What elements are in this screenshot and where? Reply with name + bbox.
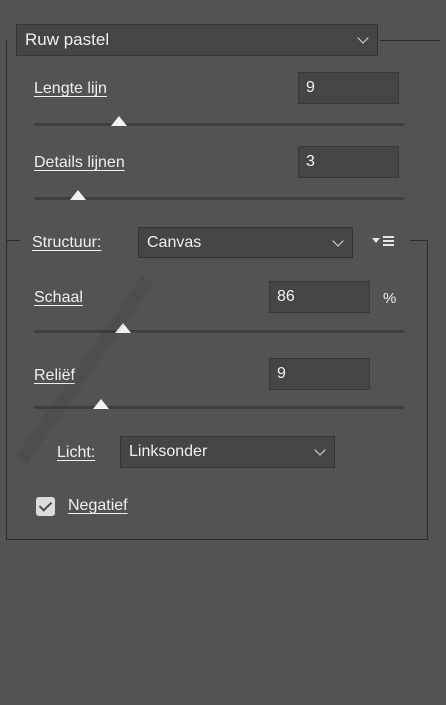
- texture-group-top-right: [410, 240, 428, 241]
- watermark: [16, 275, 446, 705]
- chevron-down-icon: [314, 444, 326, 456]
- stroke-length-slider-track[interactable]: [34, 123, 404, 126]
- invert-checkbox[interactable]: Negatief: [36, 495, 166, 519]
- light-label: Licht:: [57, 444, 96, 461]
- light-dropdown-value: Linksonder: [129, 443, 208, 460]
- invert-label: Negatief: [68, 497, 128, 514]
- texture-group-top-left: [6, 240, 20, 241]
- chevron-down-icon: [332, 234, 344, 247]
- scaling-input[interactable]: 86: [269, 281, 370, 313]
- flyout-menu-icon[interactable]: [372, 235, 402, 249]
- flyout-lines-icon: [383, 236, 394, 248]
- chevron-down-icon: [357, 32, 369, 44]
- flyout-arrow-icon: [372, 238, 380, 243]
- texture-group-left: [6, 240, 7, 540]
- texture-dropdown-value: Canvas: [147, 233, 202, 251]
- light-dropdown[interactable]: Linksonder: [120, 436, 335, 468]
- stroke-detail-label: Details lijnen: [34, 154, 125, 171]
- stroke-length-label: Lengte lijn: [34, 80, 107, 97]
- stroke-length-slider-thumb[interactable]: [111, 116, 128, 126]
- stroke-detail-slider-thumb[interactable]: [70, 190, 87, 200]
- texture-group-bottom: [6, 539, 428, 540]
- relief-label: Reliëf: [34, 367, 75, 384]
- filter-dropdown[interactable]: Ruw pastel: [16, 24, 378, 56]
- relief-slider-thumb[interactable]: [92, 399, 109, 409]
- stroke-detail-input[interactable]: 3: [298, 146, 399, 178]
- filter-dropdown-value: Ruw pastel: [25, 30, 110, 49]
- scaling-unit: %: [383, 290, 397, 307]
- checkmark-icon: [36, 497, 55, 516]
- texture-dropdown[interactable]: Canvas: [138, 227, 353, 258]
- relief-input[interactable]: 9: [269, 358, 370, 390]
- stroke-detail-slider-track[interactable]: [34, 197, 404, 200]
- texture-group-right: [427, 240, 428, 540]
- scaling-label: Schaal: [34, 289, 83, 306]
- stroke-length-input[interactable]: 9: [298, 72, 399, 104]
- frame-left-top: [6, 40, 7, 240]
- scaling-slider-thumb[interactable]: [114, 323, 131, 333]
- scaling-slider-track[interactable]: [34, 330, 404, 333]
- relief-slider-track[interactable]: [34, 406, 404, 409]
- top-section-frame-right: [380, 40, 440, 41]
- texture-label: Structuur:: [32, 234, 102, 251]
